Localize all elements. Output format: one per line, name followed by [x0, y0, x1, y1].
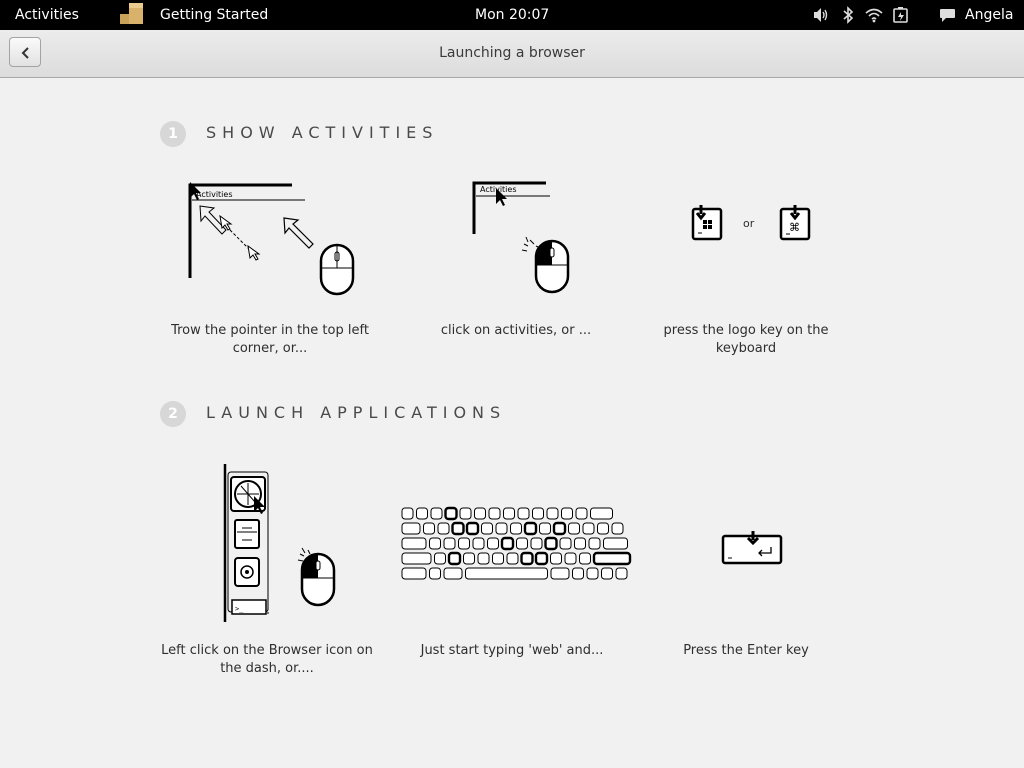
keyboard-key [503, 507, 515, 520]
svg-text:⌘: ⌘ [789, 221, 800, 234]
section-2-number: 2 [160, 401, 186, 427]
click-activities-illustration: Activities [472, 181, 570, 294]
keyboard-key [611, 522, 624, 535]
keyboard-key [550, 567, 570, 580]
keyboard-key [434, 552, 446, 565]
keyboard-key [459, 507, 472, 520]
keyboard-key [472, 537, 485, 550]
keyboard-key [465, 567, 548, 580]
keyboard-key [458, 537, 470, 550]
step-caption: Press the Enter key [683, 643, 809, 658]
volume-icon[interactable] [812, 7, 830, 23]
command-key-icon: ⌘ [779, 205, 811, 241]
keyboard-key [401, 537, 427, 550]
keyboard-key [516, 537, 528, 550]
keyboard-key [401, 522, 421, 535]
keyboard-key [444, 506, 458, 521]
activities-label: Activities [196, 190, 233, 199]
keyboard-key [579, 552, 591, 565]
app-icon[interactable] [117, 0, 147, 30]
keyboard-key [574, 537, 586, 550]
header-bar: Launching a browser [0, 30, 1024, 78]
user-menu[interactable]: Angela [965, 7, 1013, 24]
keyboard-key [487, 537, 499, 550]
bluetooth-icon[interactable] [842, 6, 854, 24]
keyboard-key [510, 522, 522, 535]
keyboard-key [520, 551, 534, 566]
clock[interactable]: Mon 20:07 [475, 7, 549, 24]
page-title: Launching a browser [439, 45, 585, 61]
keyboard-key [430, 507, 443, 520]
keyboard-key [550, 552, 562, 565]
step-caption: Trow the pointer in the top left corner,… [171, 323, 369, 356]
keyboard-key [539, 522, 551, 535]
keyboard-key [474, 507, 486, 520]
battery-icon[interactable] [892, 6, 910, 24]
keyboard-key [477, 552, 490, 565]
keyboard-key [534, 551, 549, 566]
keyboard-key [506, 552, 519, 565]
keyboard-key [465, 521, 480, 536]
keyboard-key [437, 522, 450, 535]
section-1-title: SHOW ACTIVITIES [206, 123, 439, 142]
dash-browser-illustration: >_ [223, 464, 336, 622]
keyboard-key [517, 507, 530, 520]
keyboard-key [561, 507, 573, 520]
keyboard-key [488, 507, 501, 520]
section-2-title: LAUNCH APPLICATIONS [206, 403, 507, 422]
keyboard-key [572, 567, 584, 580]
keyboard-key [523, 521, 538, 536]
keyboard-key [423, 522, 435, 535]
keyboard-key [447, 551, 462, 566]
keyboard-key [559, 537, 572, 550]
keyboard-key [416, 507, 428, 520]
keyboard-key [544, 536, 558, 551]
step-caption: press the logo key on the keyboard [663, 323, 829, 356]
keyboard-key [615, 567, 628, 580]
keyboard-key [575, 507, 588, 520]
step-caption: click on activities, or ... [440, 323, 592, 338]
keyboard-key [601, 567, 613, 580]
activities-button[interactable]: Activities [15, 7, 79, 24]
keyboard-key [401, 567, 427, 580]
keyboard-key [492, 552, 504, 565]
keyboard-key [495, 522, 508, 535]
keyboard-key [588, 537, 601, 550]
keyboard-key [530, 537, 543, 550]
step-caption: Just start typing 'web' and... [420, 643, 604, 658]
keyboard-key [443, 567, 463, 580]
or-label: or [743, 217, 755, 230]
keyboard-key [481, 522, 493, 535]
keyboard-key [564, 552, 577, 565]
windows-key-icon [691, 205, 723, 241]
wifi-icon[interactable] [865, 7, 883, 23]
keyboard-illustration [401, 506, 632, 580]
keyboard-key [401, 552, 432, 565]
top-bar: Activities Getting Started Mon 20:07 Ang… [0, 0, 1024, 30]
keyboard-key [546, 507, 559, 520]
step-caption: Left click on the Browser icon on the da… [161, 643, 373, 676]
keyboard-key [582, 522, 595, 535]
chat-icon[interactable] [939, 8, 956, 23]
keyboard-key [401, 507, 414, 520]
keyboard-key [443, 537, 456, 550]
keyboard-key [532, 507, 544, 520]
enter-key-icon [721, 531, 783, 565]
keyboard-key [603, 537, 628, 550]
section-1-number: 1 [160, 121, 186, 147]
keyboard-key [451, 521, 465, 536]
keyboard-key [592, 551, 632, 566]
keyboard-key [586, 567, 599, 580]
keyboard-key [597, 522, 609, 535]
hot-corner-illustration: Activities [188, 182, 355, 296]
keyboard-key [552, 521, 567, 536]
svg-text:>_: >_ [235, 605, 244, 613]
keyboard-key [463, 552, 475, 565]
keyboard-key [590, 507, 613, 520]
keyboard-key [429, 567, 441, 580]
keyboard-key [568, 522, 580, 535]
keyboard-key [429, 537, 441, 550]
app-menu[interactable]: Getting Started [160, 7, 268, 24]
keyboard-key [500, 536, 515, 551]
